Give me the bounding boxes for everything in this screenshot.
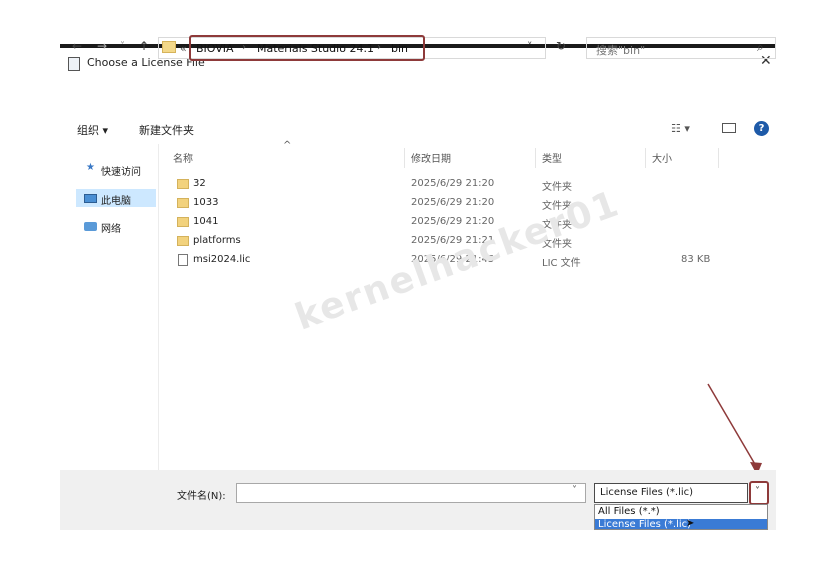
file-name: platforms <box>193 235 241 246</box>
up-arrow-icon[interactable]: ↑ <box>139 39 149 53</box>
file-icon <box>178 254 188 266</box>
search-placeholder: 搜索"bin" <box>596 44 646 57</box>
column-header-modified[interactable]: 修改日期 <box>411 150 451 165</box>
filename-input[interactable] <box>236 483 586 503</box>
address-dropdown-icon[interactable]: ˅ <box>527 40 533 53</box>
file-date: 2025/6/29 21:20 <box>411 197 495 208</box>
filename-label: 文件名(N): <box>177 491 226 502</box>
star-icon: ★ <box>86 162 95 173</box>
column-separator[interactable] <box>535 148 536 168</box>
forward-arrow-icon[interactable]: → <box>97 39 107 53</box>
network-icon <box>84 222 97 231</box>
breadcrumb-overflow[interactable]: « <box>180 42 187 55</box>
breadcrumb-item[interactable]: Materials Studio 24.1 <box>257 42 374 55</box>
sidebar-item-quick-access[interactable]: 快速访问 <box>101 163 141 178</box>
file-size: 83 KB <box>681 254 711 265</box>
annotation-arrow-icon <box>707 383 762 475</box>
view-options-icon[interactable]: ☷ ▾ <box>671 122 690 135</box>
column-separator[interactable] <box>404 148 405 168</box>
folder-icon <box>177 217 189 227</box>
file-type-dropdown-button[interactable]: ˅ <box>749 481 769 505</box>
file-type-option-label: License Files (*.lic) <box>598 519 692 530</box>
organize-menu[interactable]: 组织 ▾ <box>77 122 108 138</box>
file-type-option-selected[interactable]: License Files (*.lic) <box>595 519 767 530</box>
search-icon[interactable]: ⌕ <box>757 40 764 55</box>
sidebar-item-this-pc[interactable]: 此电脑 <box>101 192 131 207</box>
mouse-cursor-icon: ➤ <box>686 518 695 529</box>
document-icon <box>68 57 80 71</box>
file-type-dropdown-list: All Files (*.*) License Files (*.lic) <box>594 504 768 530</box>
folder-icon <box>162 41 176 53</box>
column-header-type[interactable]: 类型 <box>542 150 562 165</box>
breadcrumb-separator-icon: › <box>242 42 246 53</box>
column-header-size[interactable]: 大小 <box>652 150 672 165</box>
folder-icon <box>177 198 189 208</box>
sort-ascending-icon: ^ <box>283 140 292 151</box>
preview-pane-icon[interactable] <box>722 123 736 133</box>
file-name: msi2024.lic <box>193 254 251 265</box>
column-separator[interactable] <box>718 148 719 168</box>
column-separator[interactable] <box>645 148 646 168</box>
breadcrumb-separator-icon: › <box>377 42 381 53</box>
file-type: 文件夹 <box>542 182 572 193</box>
back-arrow-icon[interactable]: ← <box>72 39 82 53</box>
file-date: 2025/6/29 21:20 <box>411 216 495 227</box>
file-name: 1041 <box>193 216 219 227</box>
file-name: 1033 <box>193 197 219 208</box>
file-type: LIC 文件 <box>542 258 581 269</box>
column-header-name[interactable]: 名称 <box>173 150 193 165</box>
file-date: 2025/6/29 21:20 <box>411 178 495 189</box>
folder-icon <box>177 236 189 246</box>
folder-icon <box>177 179 189 189</box>
file-type-option[interactable]: All Files (*.*) <box>598 506 660 517</box>
file-name: 32 <box>193 178 206 189</box>
history-chevron-icon[interactable]: ˅ <box>120 41 125 52</box>
file-type-select[interactable]: License Files (*.lic) <box>594 483 748 503</box>
new-folder-button[interactable]: 新建文件夹 <box>139 122 194 138</box>
refresh-icon[interactable]: ↻ <box>556 39 566 53</box>
pane-divider <box>158 144 159 470</box>
help-icon[interactable]: ? <box>754 121 769 136</box>
filename-dropdown-icon[interactable]: ˅ <box>572 485 577 496</box>
breadcrumb-item[interactable]: BIOVIA <box>196 42 234 55</box>
pc-icon <box>84 194 97 203</box>
chevron-down-icon: ˅ <box>755 486 760 497</box>
sidebar-item-network[interactable]: 网络 <box>101 220 121 235</box>
file-type-selected: License Files (*.lic) <box>600 487 694 498</box>
breadcrumb-item[interactable]: bin <box>391 42 408 55</box>
